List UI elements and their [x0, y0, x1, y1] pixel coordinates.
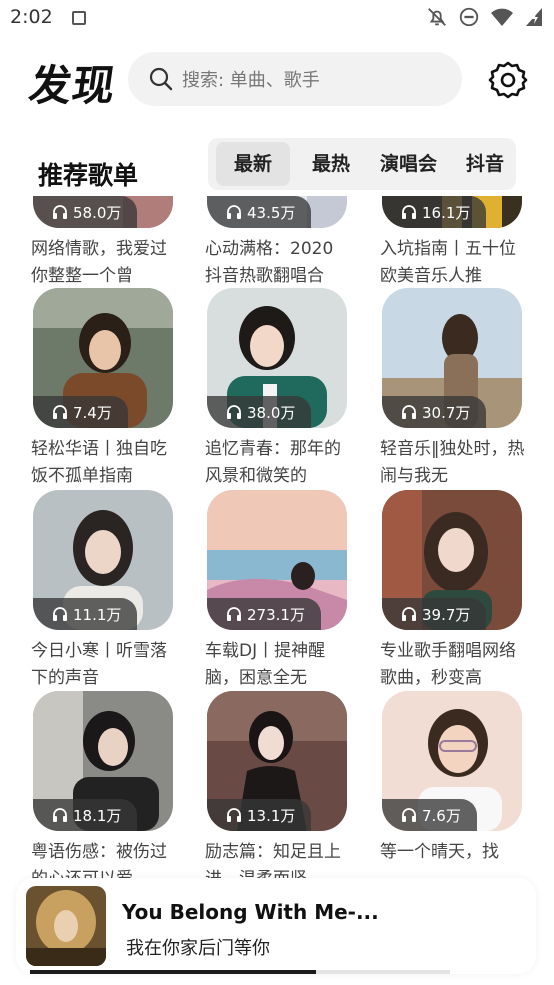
headphone-icon — [402, 405, 416, 419]
play-count-badge: 7.4万 — [33, 396, 128, 428]
play-count-badge: 7.6万 — [382, 799, 477, 831]
playlist-cover: 273.1万 — [207, 490, 347, 630]
headphone-icon — [53, 607, 67, 621]
play-count-badge: 18.1万 — [33, 799, 138, 831]
playlist-cover: 30.7万 — [382, 288, 522, 428]
headphone-icon — [402, 205, 416, 219]
playlist-title: 入坑指南丨五十位欧美音乐人推 — [380, 239, 516, 286]
playback-progress-fill — [30, 970, 316, 974]
album-cover — [26, 886, 106, 966]
mute-bell-icon — [428, 8, 446, 26]
playlist-title: 追忆青春：那年的风景和微笑的 — [205, 439, 341, 486]
battery-charging-icon — [526, 8, 542, 26]
play-count: 7.4万 — [73, 403, 112, 422]
play-count: 7.6万 — [422, 806, 461, 825]
playback-progress — [30, 970, 450, 974]
play-count-badge: 273.1万 — [207, 598, 321, 630]
headphone-icon — [53, 405, 67, 419]
do-not-disturb-icon — [459, 7, 479, 27]
play-count: 43.5万 — [247, 203, 296, 222]
category-tabs: 最新 最热 演唱会 抖音 — [208, 138, 516, 190]
playlist-cover: 7.6万 — [382, 691, 522, 831]
mini-player[interactable]: You Belong With Me-... 我在你家后门等你 — [16, 878, 536, 974]
playlist-cover: 7.4万 — [33, 288, 173, 428]
playlist-cover: 43.5万 — [207, 196, 347, 228]
headphone-icon — [53, 205, 67, 219]
settings-gear-icon[interactable] — [488, 60, 528, 100]
notification-square-icon — [72, 11, 86, 25]
headphone-icon — [227, 808, 241, 822]
playlist-title: 轻松华语丨独自吃饭不孤单指南 — [31, 439, 167, 486]
playlist-title: 网络情歌，我爱过你整整一个曾 — [31, 239, 167, 286]
play-count-badge: 30.7万 — [382, 396, 487, 428]
status-time: 2:02 — [10, 6, 53, 28]
playlist-title: 心动满格：2020抖音热歌翻唱合 — [205, 239, 334, 286]
wifi-icon — [491, 8, 513, 26]
now-playing-subtitle: 我在你家后门等你 — [126, 938, 270, 959]
play-count: 30.7万 — [422, 403, 471, 422]
tab-latest[interactable]: 最新 — [216, 142, 291, 186]
play-count-badge: 43.5万 — [207, 196, 312, 228]
playlist-cover: 18.1万 — [33, 691, 173, 831]
playlist-title: 轻音乐‖独处时，热闹与我无 — [380, 439, 525, 486]
headphone-icon — [227, 405, 241, 419]
playlist-grid: 58.0万 网络情歌，我爱过你整整一个曾 43.5万 心动满格：2020抖音热歌… — [0, 196, 554, 985]
headphone-icon — [227, 205, 241, 219]
play-count: 39.7万 — [422, 605, 471, 624]
playlist-cover: 38.0万 — [207, 288, 347, 428]
play-count-badge: 39.7万 — [382, 598, 487, 630]
playlist-title: 专业歌手翻唱网络歌曲，秒变高 — [380, 641, 516, 688]
status-icons — [426, 6, 544, 28]
playlist-cover: 16.1万 — [382, 196, 522, 228]
play-count-badge: 11.1万 — [33, 598, 138, 630]
play-count-badge: 58.0万 — [33, 196, 138, 228]
tab-hot[interactable]: 最热 — [312, 142, 350, 186]
playlist-cover: 13.1万 — [207, 691, 347, 831]
play-count: 38.0万 — [247, 403, 296, 422]
status-bar: 2:02 — [0, 0, 554, 38]
play-count-badge: 16.1万 — [382, 196, 487, 228]
play-count: 273.1万 — [247, 605, 305, 624]
headphone-icon — [402, 808, 416, 822]
playlist-cover: 11.1万 — [33, 490, 173, 630]
playlist-cover: 58.0万 — [33, 196, 173, 228]
search-input[interactable]: 搜索: 单曲、歌手 — [128, 52, 462, 106]
play-count: 18.1万 — [73, 806, 122, 825]
play-count: 11.1万 — [73, 605, 122, 624]
play-count: 13.1万 — [247, 806, 296, 825]
play-count-badge: 38.0万 — [207, 396, 312, 428]
section-title: 推荐歌单 — [38, 161, 139, 190]
tab-concert[interactable]: 演唱会 — [380, 142, 437, 186]
play-count: 58.0万 — [73, 203, 122, 222]
play-count: 16.1万 — [422, 203, 471, 222]
page-title: 发现 — [26, 61, 120, 110]
search-placeholder: 搜索: 单曲、歌手 — [182, 70, 320, 91]
headphone-icon — [227, 607, 241, 621]
playlist-title: 车载DJ丨提神醒脑，困意全无 — [205, 641, 326, 688]
headphone-icon — [53, 808, 67, 822]
headphone-icon — [402, 607, 416, 621]
now-playing-title: You Belong With Me-... — [122, 900, 379, 924]
search-icon — [149, 67, 173, 91]
play-count-badge: 13.1万 — [207, 799, 312, 831]
tab-douyin[interactable]: 抖音 — [466, 142, 504, 186]
playlist-cover: 39.7万 — [382, 490, 522, 630]
playlist-title: 今日小寒丨听雪落下的声音 — [31, 641, 167, 688]
